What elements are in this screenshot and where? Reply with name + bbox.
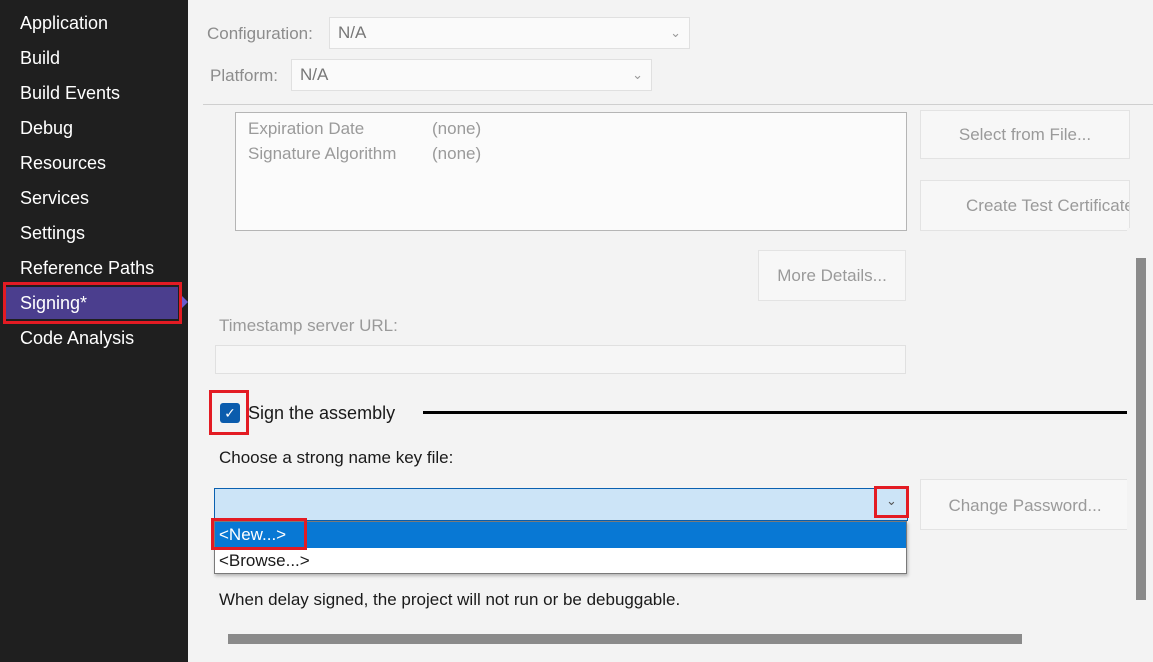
more-details-button[interactable]: More Details... xyxy=(758,250,906,301)
checkmark-icon: ✓ xyxy=(224,405,236,421)
platform-label: Platform: xyxy=(210,66,279,85)
expiration-date-label: Expiration Date xyxy=(248,119,365,138)
chevron-down-icon: ⌄ xyxy=(670,25,681,40)
delay-signed-note: When delay signed, the project will not … xyxy=(219,590,681,609)
expiration-date-value: (none) xyxy=(432,119,482,138)
timestamp-url-label: Timestamp server URL: xyxy=(219,316,398,335)
create-test-certificate-button[interactable]: Create Test Certificate xyxy=(920,180,1130,231)
chevron-down-icon: ⌄ xyxy=(632,67,643,82)
sign-assembly-checkbox[interactable]: ✓ xyxy=(220,403,240,423)
sidebar-item-code-analysis[interactable]: Code Analysis xyxy=(6,322,178,354)
vertical-scrollbar-thumb[interactable] xyxy=(1136,258,1146,600)
sidebar-item-build[interactable]: Build xyxy=(6,42,178,74)
select-from-file-button[interactable]: Select from File... xyxy=(920,110,1130,159)
sign-assembly-label: Sign the assembly xyxy=(248,403,396,423)
platform-value: N/A xyxy=(300,65,329,84)
change-password-button[interactable]: Change Password... xyxy=(920,479,1130,530)
choose-key-label: Choose a strong name key file: xyxy=(219,448,454,467)
sidebar-item-services[interactable]: Services xyxy=(6,182,178,214)
header-divider xyxy=(203,104,1153,105)
sidebar-item-build-events[interactable]: Build Events xyxy=(6,77,178,109)
configuration-label: Configuration: xyxy=(207,24,313,43)
annotation-line xyxy=(423,411,1128,414)
sidebar: Application Build Build Events Debug Res… xyxy=(0,0,188,662)
configuration-select[interactable]: N/A ⌄ xyxy=(329,17,690,49)
sidebar-item-signing[interactable]: Signing* xyxy=(6,287,178,319)
signature-algorithm-label: Signature Algorithm xyxy=(248,144,397,163)
chevron-down-icon: ⌄ xyxy=(886,493,897,508)
sidebar-item-resources[interactable]: Resources xyxy=(6,147,178,179)
timestamp-url-input[interactable] xyxy=(215,345,906,374)
platform-select[interactable]: N/A ⌄ xyxy=(291,59,652,91)
sidebar-item-settings[interactable]: Settings xyxy=(6,217,178,249)
key-file-dropdown-list: <New...> <Browse...> xyxy=(214,521,907,574)
sidebar-item-reference-paths[interactable]: Reference Paths xyxy=(6,252,178,284)
active-indicator-icon xyxy=(182,296,188,308)
key-file-combobox[interactable] xyxy=(214,488,908,521)
sidebar-item-debug[interactable]: Debug xyxy=(6,112,178,144)
dropdown-option-new[interactable]: <New...> xyxy=(215,522,906,548)
configuration-value: N/A xyxy=(338,23,367,42)
certificate-details-box: Expiration Date (none) Signature Algorit… xyxy=(235,112,907,231)
sidebar-item-application[interactable]: Application xyxy=(6,7,178,39)
combobox-dropdown-button[interactable]: ⌄ xyxy=(874,486,909,518)
dropdown-option-browse[interactable]: <Browse...> xyxy=(215,548,906,574)
signature-algorithm-value: (none) xyxy=(432,144,482,163)
horizontal-scrollbar-thumb[interactable] xyxy=(228,634,1022,644)
